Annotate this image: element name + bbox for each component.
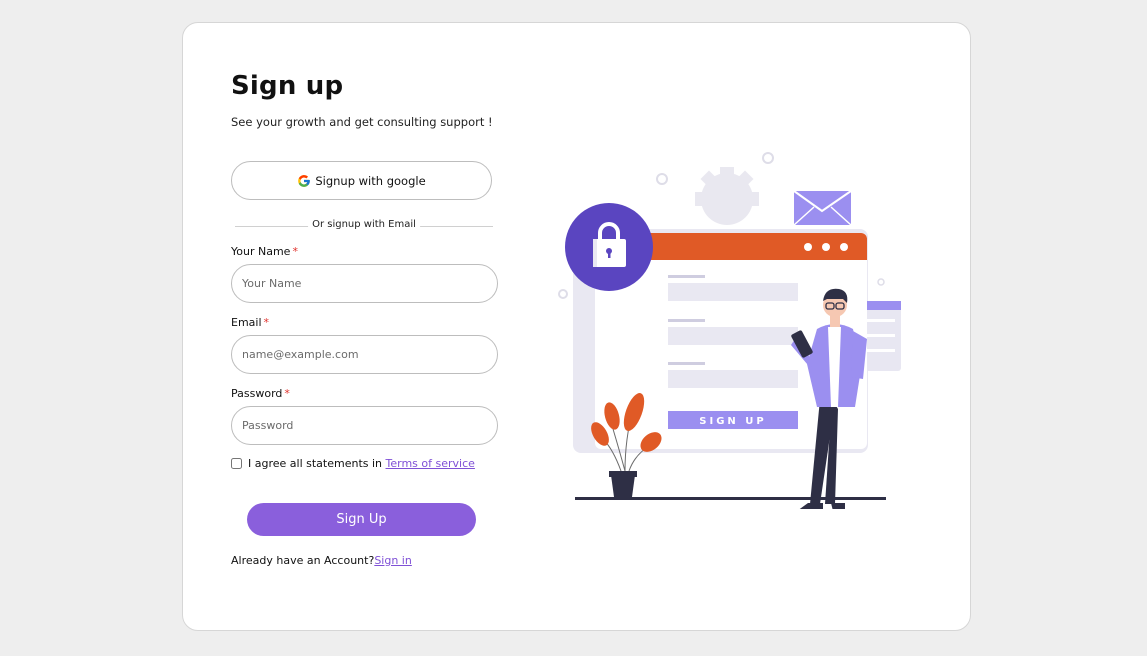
password-label-text: Password: [231, 387, 283, 400]
lock-icon: [565, 203, 653, 291]
signup-card: Sign up See your growth and get consulti…: [182, 22, 971, 631]
signup-button[interactable]: Sign Up: [247, 503, 476, 536]
google-signup-button[interactable]: Signup with google: [231, 161, 492, 200]
required-mark: *: [292, 245, 298, 258]
form-field: [668, 327, 798, 345]
floor-line: [575, 497, 886, 500]
required-mark: *: [263, 316, 270, 329]
google-icon: [298, 174, 311, 187]
google-signup-label: Signup with google: [315, 173, 426, 188]
name-label: Your Name *: [231, 245, 298, 258]
gear-icon: [695, 167, 759, 225]
required-mark: *: [284, 387, 290, 400]
form-field: [668, 283, 798, 301]
envelope-icon: [793, 190, 852, 226]
side-panel-line: [867, 319, 895, 322]
terms-agreement: I agree all statements in Terms of servi…: [231, 457, 475, 470]
email-label: Email *: [231, 316, 269, 329]
email-divider: Or signup with Email: [235, 219, 493, 233]
window-dot: [840, 243, 848, 251]
page-title: Sign up: [231, 71, 344, 101]
form-line: [668, 319, 705, 322]
name-input[interactable]: [231, 264, 498, 303]
email-input[interactable]: [231, 335, 498, 374]
form-line: [668, 275, 705, 278]
window-dot: [804, 243, 812, 251]
terms-link[interactable]: Terms of service: [386, 457, 475, 470]
illustration-button-text: SIGN UP: [699, 416, 766, 427]
decor-circle: [558, 289, 568, 299]
window-dot: [822, 243, 830, 251]
email-label-text: Email: [231, 316, 262, 329]
password-label: Password *: [231, 387, 290, 400]
page-subtitle: See your growth and get consulting suppo…: [231, 115, 493, 129]
divider-text: Or signup with Email: [308, 219, 420, 230]
decor-circle: [762, 152, 774, 164]
signup-illustration: SIGN UP: [558, 152, 901, 509]
side-panel-line: [867, 334, 895, 337]
side-panel-line: [867, 349, 895, 352]
name-label-text: Your Name: [231, 245, 291, 258]
decor-circle: [877, 278, 885, 286]
signin-prompt: Already have an Account?Sign in: [231, 554, 412, 567]
terms-checkbox[interactable]: [231, 458, 242, 469]
account-text: Already have an Account?: [231, 554, 375, 567]
form-line: [668, 362, 705, 365]
terms-text: I agree all statements in: [248, 457, 383, 470]
form-field: [668, 370, 798, 388]
password-input[interactable]: [231, 406, 498, 445]
decor-circle: [656, 173, 668, 185]
signin-link[interactable]: Sign in: [374, 554, 412, 567]
